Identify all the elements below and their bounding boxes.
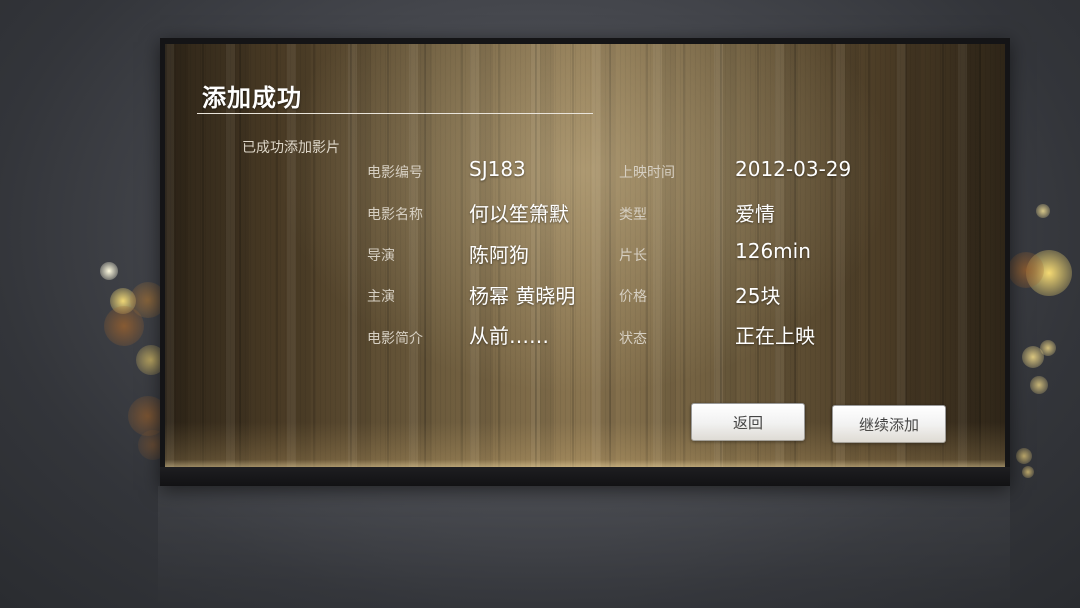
dialog-bottom-bar	[160, 467, 1010, 486]
floor-reflection	[158, 486, 1010, 608]
release-date-value: 2012-03-29	[735, 157, 852, 181]
bokeh-light	[1036, 204, 1050, 218]
add-success-dialog: 添加成功 已成功添加影片 电影编号 SJ183 电影名称 何以笙箫默 导演 陈阿…	[160, 38, 1010, 486]
starring-label: 主演	[367, 289, 395, 305]
movie-id-value: SJ183	[469, 157, 526, 181]
status-label: 状态	[619, 331, 647, 347]
dialog-title: 添加成功	[202, 84, 302, 112]
bokeh-light	[1016, 448, 1032, 464]
wood-panel: 添加成功 已成功添加影片 电影编号 SJ183 电影名称 何以笙箫默 导演 陈阿…	[165, 44, 1005, 468]
bokeh-light	[1022, 466, 1034, 478]
bokeh-light	[100, 262, 118, 280]
director-value: 陈阿狗	[469, 243, 529, 267]
price-label: 价格	[619, 289, 647, 305]
genre-value: 爱情	[735, 202, 775, 226]
continue-add-button[interactable]: 继续添加	[832, 405, 946, 443]
director-label: 导演	[367, 248, 395, 264]
starring-value: 杨幂 黄晓明	[469, 284, 576, 308]
back-button[interactable]: 返回	[691, 403, 805, 441]
status-value: 正在上映	[735, 324, 815, 348]
bokeh-light	[1030, 376, 1048, 394]
bokeh-light	[1040, 340, 1056, 356]
genre-label: 类型	[619, 207, 647, 223]
synopsis-label: 电影简介	[367, 331, 423, 347]
price-value: 25块	[735, 284, 781, 308]
movie-name-value: 何以笙箫默	[469, 202, 569, 226]
title-divider	[197, 113, 593, 114]
movie-name-label: 电影名称	[367, 207, 423, 223]
release-date-label: 上映时间	[619, 165, 675, 181]
duration-value: 126min	[735, 239, 811, 263]
duration-label: 片长	[619, 248, 647, 264]
dialog-subtitle: 已成功添加影片	[242, 140, 340, 156]
bokeh-light	[1008, 252, 1044, 288]
synopsis-value: 从前……	[469, 324, 549, 348]
movie-id-label: 电影编号	[367, 165, 423, 181]
